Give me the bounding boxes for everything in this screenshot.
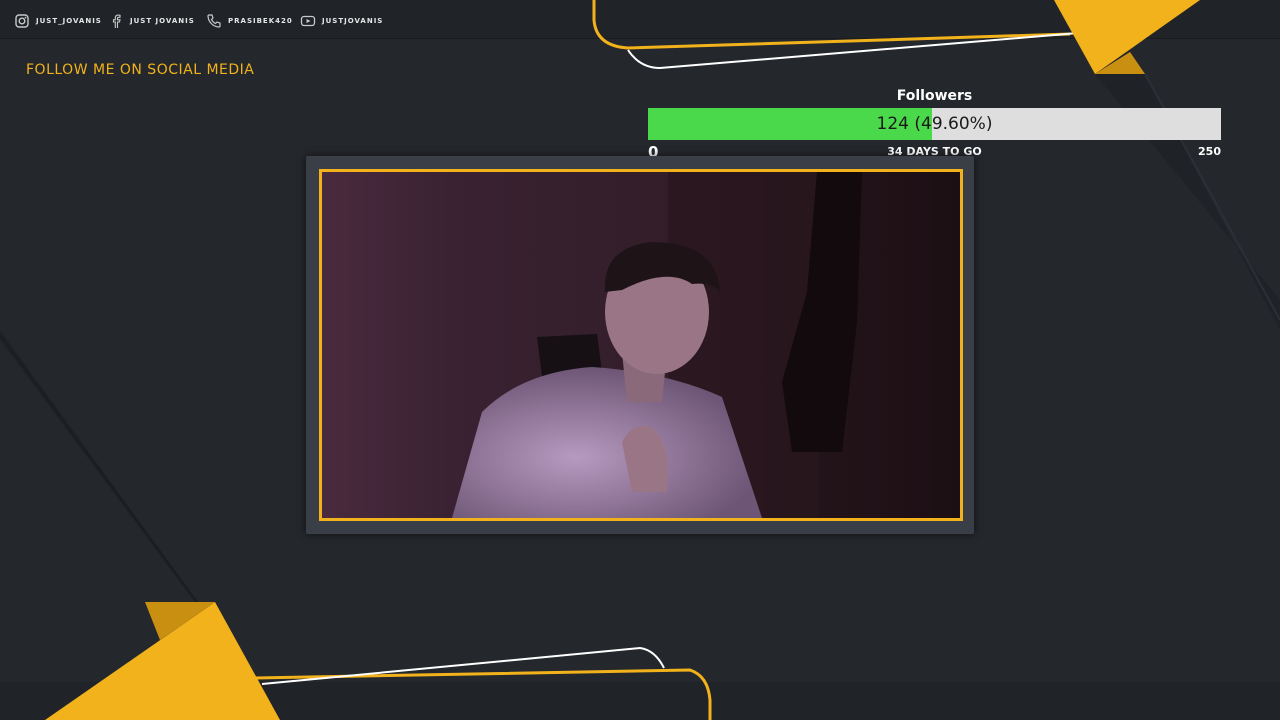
social-item-phone[interactable]: PRASIBEK420 xyxy=(206,12,293,30)
webcam-feed xyxy=(322,172,960,518)
goal-max-label: 250 xyxy=(1198,145,1221,158)
webcam-frame xyxy=(319,169,963,521)
instagram-icon xyxy=(14,13,30,29)
social-item-instagram[interactable]: JUST_JOVANIS xyxy=(14,12,102,30)
goal-title: Followers xyxy=(896,88,973,104)
social-label: PRASIBEK420 xyxy=(228,17,293,25)
social-item-facebook[interactable]: JUST JOVANIS xyxy=(108,12,195,30)
youtube-icon xyxy=(300,13,316,29)
goal-progress-bar: 124 (49.60%) xyxy=(648,108,1221,140)
social-item-youtube[interactable]: JUSTJOVANIS xyxy=(300,12,383,30)
facebook-icon xyxy=(108,13,124,29)
social-bar: JUST_JOVANIS JUST JOVANIS PRASIBEK420 JU… xyxy=(0,0,1280,40)
goal-progress-text: 124 (49.60%) xyxy=(876,114,993,134)
social-label: JUSTJOVANIS xyxy=(322,17,384,25)
phone-icon xyxy=(206,13,222,29)
social-label: JUST JOVANIS xyxy=(130,17,195,25)
social-label: JUST_JOVANIS xyxy=(36,17,102,25)
follow-cta: FOLLOW ME ON SOCIAL MEDIA xyxy=(26,62,255,78)
